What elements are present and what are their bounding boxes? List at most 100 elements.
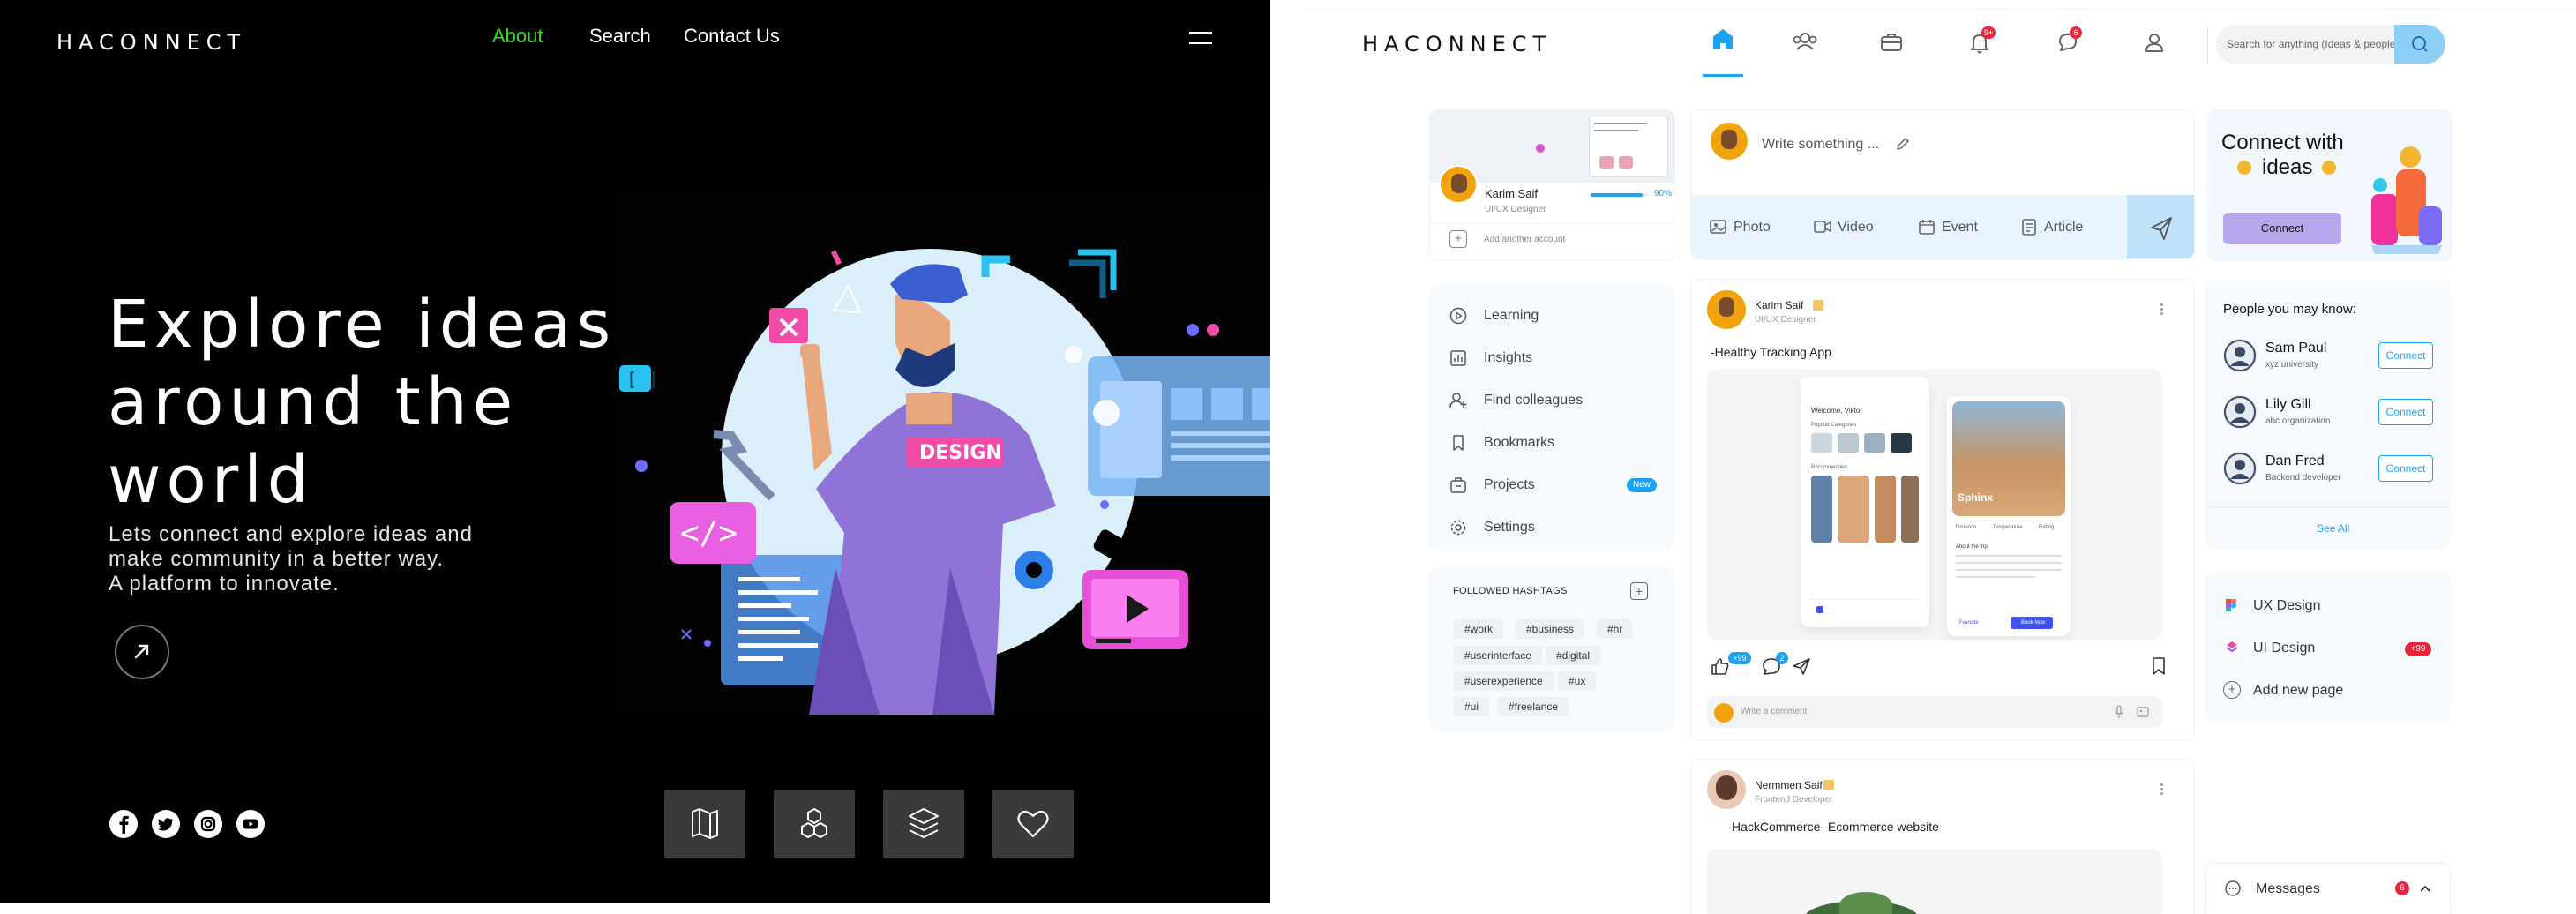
person-name-3[interactable]: Dan Fred: [2265, 453, 2325, 469]
notifications-badge: 9+: [1981, 26, 1996, 39]
person-name-1[interactable]: Sam Paul: [2265, 341, 2326, 356]
landing-logo[interactable]: HACONNECT: [56, 30, 246, 55]
hashtag-work[interactable]: #work: [1454, 619, 1504, 639]
share-button[interactable]: [1790, 656, 1813, 677]
promo-illustration: [2371, 146, 2442, 254]
composer-input[interactable]: Write something ...: [1762, 137, 1879, 153]
post1-avatar[interactable]: [1707, 290, 1746, 329]
nav-messages-button[interactable]: 6: [2050, 25, 2086, 60]
ux-design-page-icon: [2225, 598, 2237, 612]
post2-image[interactable]: [1707, 850, 2162, 914]
post2-more-icon[interactable]: [2159, 783, 2164, 800]
search-bar[interactable]: Search for anything (Ideas & people): [2216, 25, 2445, 64]
save-post-button[interactable]: [2150, 656, 2168, 677]
post1-more-icon[interactable]: [2159, 303, 2164, 320]
hashtag-ui[interactable]: #ui: [1454, 697, 1490, 716]
settings-icon: [1450, 520, 1466, 536]
nav-users-button[interactable]: [1787, 25, 1823, 60]
connect-button-2[interactable]: Connect: [2378, 399, 2433, 425]
messages-label: Messages: [2256, 881, 2320, 896]
comment-input[interactable]: Write a comment: [1741, 707, 1807, 716]
connect-button-1[interactable]: Connect: [2378, 342, 2433, 369]
bottom-layers-button[interactable]: [883, 790, 964, 858]
dashboard-logo[interactable]: HACONNECT: [1362, 32, 1552, 56]
bottom-heart-button[interactable]: [992, 790, 1074, 858]
nav-profile-button[interactable]: [2137, 25, 2172, 60]
facebook-icon[interactable]: [109, 810, 138, 838]
add-page-icon[interactable]: +: [2223, 681, 2241, 699]
add-account-link[interactable]: Add another account: [1484, 235, 1565, 244]
event-action[interactable]: Event: [1917, 216, 1988, 239]
article-action[interactable]: Article: [2019, 216, 2099, 239]
hashtag-ux[interactable]: #ux: [1558, 671, 1597, 691]
person-org-1: xyz university: [2265, 360, 2319, 370]
video-label: Video: [1838, 220, 1874, 235]
menu-insights[interactable]: Insights: [1449, 341, 1678, 376]
menu-projects[interactable]: Projects New: [1449, 468, 1678, 503]
hashtag-userinterface[interactable]: #userinterface: [1454, 646, 1543, 665]
nav-notifications-button[interactable]: 9+: [1962, 25, 1997, 60]
hashtag-userexperience[interactable]: #userexperience: [1454, 671, 1554, 691]
search-button[interactable]: [2394, 25, 2445, 64]
person-avatar-1[interactable]: [2223, 339, 2257, 372]
profile-name[interactable]: Karim Saif: [1485, 187, 1538, 200]
bottom-map-button[interactable]: [664, 790, 745, 858]
nav-home-button[interactable]: [1703, 21, 1743, 77]
menu-learning[interactable]: Learning: [1449, 298, 1678, 333]
hashtags-title: FOLLOWED HASHTAGS: [1453, 586, 1568, 596]
nav-search-link[interactable]: Search: [589, 25, 651, 48]
menu-find-colleagues[interactable]: Find colleagues: [1449, 383, 1678, 418]
post2-text: HackCommerce- Ecommerce website: [1732, 820, 1939, 834]
profile-icon: [2145, 34, 2163, 52]
mic-icon[interactable]: [2113, 705, 2125, 719]
search-input[interactable]: Search for anything (Ideas & people): [2227, 38, 2399, 50]
person-avatar-2[interactable]: [2223, 395, 2257, 429]
bottom-boxes-button[interactable]: [774, 790, 855, 858]
comment-box[interactable]: Write a comment: [1707, 696, 2162, 728]
person-avatar-3[interactable]: [2223, 452, 2257, 485]
person-org-2: abc organization: [2265, 416, 2331, 426]
post1-image[interactable]: Welcome, Viktor Popular Categories Recom…: [1707, 370, 2162, 640]
messages-dock[interactable]: Messages 6: [2205, 863, 2451, 914]
hamburger-menu-icon[interactable]: [1189, 32, 1212, 46]
menu-find-colleagues-label: Find colleagues: [1484, 393, 1584, 408]
hashtag-freelance[interactable]: #freelance: [1498, 697, 1569, 716]
twitter-icon[interactable]: [152, 810, 180, 838]
add-new-page-link[interactable]: Add new page: [2253, 683, 2343, 699]
hashtag-business[interactable]: #business: [1516, 619, 1585, 639]
nav-briefcase-button[interactable]: [1874, 25, 1909, 60]
send-post-button[interactable]: [2127, 195, 2194, 258]
bookmark-icon: [1453, 435, 1464, 451]
menu-bookmarks[interactable]: Bookmarks: [1449, 425, 1678, 461]
profile-avatar[interactable]: [1439, 165, 1478, 204]
image-attach-icon[interactable]: [2136, 705, 2150, 719]
person-name-2[interactable]: Lily Gill: [2265, 397, 2311, 413]
page-ux-design[interactable]: UX Design: [2253, 598, 2320, 614]
nav-about-link[interactable]: About: [492, 25, 543, 48]
post1-author[interactable]: Karim Saif: [1755, 299, 1803, 311]
hero-subtitle-line-3: A platform to innovate.: [109, 572, 340, 596]
go-arrow-button[interactable]: [115, 625, 169, 679]
post2-avatar[interactable]: [1707, 770, 1746, 809]
menu-settings[interactable]: Settings: [1449, 510, 1678, 545]
calendar-icon: [1919, 220, 1935, 235]
see-all-link[interactable]: See All: [2317, 522, 2349, 535]
mock-favorite-button: Favorite: [1959, 620, 1979, 626]
add-account-icon[interactable]: +: [1449, 230, 1467, 248]
add-hashtag-icon[interactable]: +: [1630, 582, 1648, 600]
post2-author[interactable]: Nermmen Saif: [1755, 779, 1823, 791]
connect-button-3[interactable]: Connect: [2378, 455, 2433, 482]
photo-action[interactable]: Photo: [1709, 216, 1779, 239]
chevron-up-icon[interactable]: [2416, 880, 2434, 897]
hashtag-hr[interactable]: #hr: [1597, 619, 1634, 639]
people-title: People you may know:: [2223, 302, 2356, 317]
promo-title-line-1: Connect with: [2221, 131, 2344, 154]
hashtag-digital[interactable]: #digital: [1546, 646, 1601, 665]
promo-connect-button[interactable]: Connect: [2223, 213, 2341, 244]
messages-nav-badge: 6: [2070, 26, 2082, 39]
page-ui-design[interactable]: UI Design: [2253, 641, 2315, 656]
youtube-icon[interactable]: [236, 810, 265, 838]
instagram-icon[interactable]: [194, 810, 222, 838]
nav-contact-link[interactable]: Contact Us: [684, 25, 780, 48]
video-action[interactable]: Video: [1813, 216, 1883, 239]
